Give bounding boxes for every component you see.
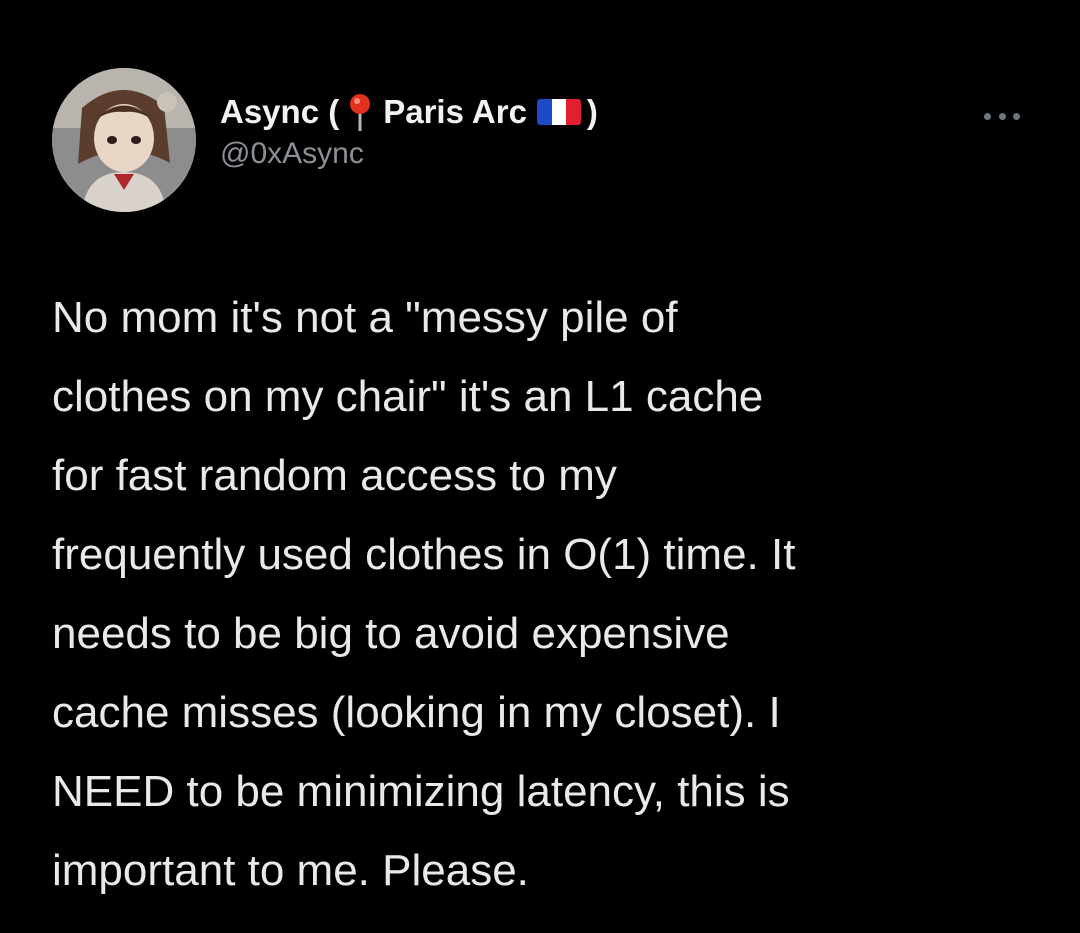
france-flag-icon	[536, 99, 581, 125]
tweet-text-line: clothes on my chair" it's an L1 cache	[52, 372, 764, 421]
tweet-text: No mom it's not a "messy pile of clothes…	[52, 278, 1042, 910]
tweet-text-line: cache misses (looking in my closet). I	[52, 688, 781, 737]
tweet-text-line: frequently used clothes in O(1) time. It	[52, 530, 796, 579]
location-label: Paris Arc	[383, 93, 527, 130]
avatar-image	[52, 68, 196, 212]
ellipsis-icon-dot	[998, 112, 1006, 120]
ellipsis-icon-dot	[984, 112, 991, 120]
more-options-button[interactable]	[984, 106, 1020, 126]
display-name-suffix: )	[586, 93, 598, 130]
tweet-text-line: No mom it's not a "messy pile of	[52, 293, 678, 342]
tweet-text-line: needs to be big to avoid expensive	[52, 609, 730, 658]
tweet-text-line: important to me. Please.	[52, 846, 529, 895]
avatar[interactable]	[52, 68, 196, 212]
tweet-card: Async ( Paris Arc ) @0xAsync No mom it's…	[0, 0, 1080, 933]
display-name-prefix: Async (	[220, 93, 340, 130]
ellipsis-icon-dot	[1013, 112, 1020, 120]
author-block: Async ( Paris Arc ) @0xAsync	[220, 92, 598, 174]
display-name[interactable]: Async ( Paris Arc )	[220, 92, 598, 132]
user-handle[interactable]: @0xAsync	[220, 134, 598, 174]
tweet-text-line: for fast random access to my	[52, 451, 617, 500]
tweet-text-line: NEED to be minimizing latency, this is	[52, 767, 790, 816]
round-pushpin-icon	[350, 94, 371, 131]
